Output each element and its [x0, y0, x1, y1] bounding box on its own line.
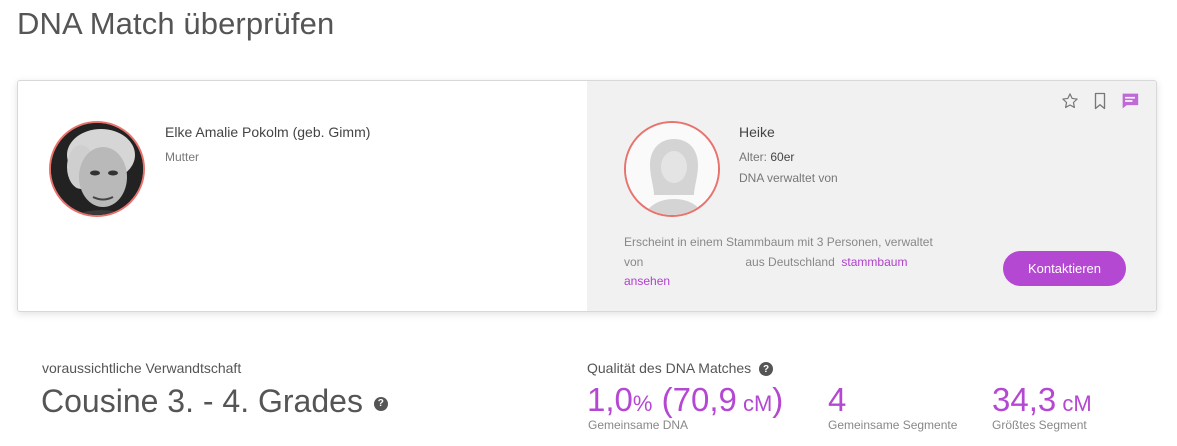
bookmark-icon[interactable] — [1089, 90, 1111, 112]
desc-von: von — [624, 254, 644, 269]
relationship-value: Cousine 3. - 4. Grades ? — [41, 383, 388, 420]
tester-name: Elke Amalie Pokolm (geb. Gimm) — [165, 124, 371, 140]
contact-button[interactable]: Kontaktieren — [1003, 251, 1126, 286]
paren-close: ) — [772, 381, 784, 418]
tester-avatar — [49, 121, 145, 217]
match-name: Heike — [739, 124, 775, 140]
cm-unit: cM — [1056, 391, 1092, 416]
match-panel: Heike Alter: 60er DNA verwaltet von Ersc… — [587, 81, 1156, 311]
age-value: 60er — [770, 150, 795, 164]
largest-segment-number: 34,3 — [992, 381, 1057, 418]
shared-dna-cm: 70,9 — [672, 381, 737, 418]
shared-segments-value: 4 — [828, 381, 847, 418]
match-age: Alter: 60er — [739, 150, 794, 164]
largest-segment-label: Größtes Segment — [992, 418, 1087, 432]
match-avatar — [624, 121, 720, 217]
message-icon[interactable] — [1119, 90, 1141, 112]
desc-text: Erscheint in einem Stammbaum mit 3 Perso… — [624, 235, 933, 249]
relationship-text: Cousine 3. - 4. Grades — [41, 383, 363, 419]
tester-panel: Elke Amalie Pokolm (geb. Gimm) Mutter — [18, 81, 587, 311]
desc-country: aus Deutschland — [745, 254, 835, 269]
relationship-label: voraussichtliche Verwandtschaft — [42, 360, 242, 376]
match-card: Elke Amalie Pokolm (geb. Gimm) Mutter He… — [17, 80, 1157, 312]
view-tree-link-cont[interactable]: ansehen — [624, 274, 670, 288]
quality-label-text: Qualität des DNA Matches — [587, 360, 752, 376]
help-icon[interactable]: ? — [759, 362, 774, 377]
tester-relation: Mutter — [165, 150, 200, 164]
quality-label: Qualität des DNA Matches ? — [587, 360, 774, 377]
view-tree-link[interactable]: stammbaum — [841, 255, 907, 269]
largest-segment-value: 34,3 cM — [992, 381, 1092, 419]
dna-managed-by: DNA verwaltet von — [739, 171, 838, 185]
shared-segments-label: Gemeinsame Segmente — [828, 418, 958, 432]
shared-dna-label: Gemeinsame DNA — [588, 418, 689, 432]
shared-dna-value: 1,0% (70,9 cM) — [587, 381, 783, 419]
tree-description: Erscheint in einem Stammbaum mit 3 Perso… — [624, 233, 964, 292]
help-icon[interactable]: ? — [373, 396, 388, 411]
cm-unit: cM — [736, 391, 773, 416]
shared-dna-percent: 1,0 — [587, 381, 633, 418]
portrait-photo — [51, 123, 143, 215]
age-label: Alter: — [739, 150, 768, 164]
page-title: DNA Match überprüfen — [17, 6, 335, 41]
percent-unit: % — [632, 391, 653, 416]
person-silhouette-icon — [626, 123, 718, 215]
star-icon[interactable] — [1059, 90, 1081, 112]
paren-open: ( — [652, 381, 673, 418]
